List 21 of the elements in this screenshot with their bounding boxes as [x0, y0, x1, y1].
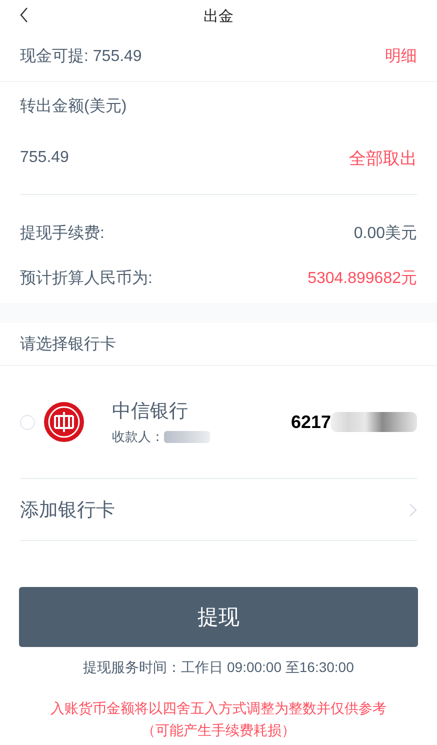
select-bank-title: 请选择银行卡: [20, 334, 116, 354]
amount-value: 755.49: [20, 149, 69, 167]
amount-label: 转出金额(美元): [19, 96, 128, 117]
fee-label: 提现手续费:: [20, 224, 104, 244]
add-bank-card-item[interactable]: 添加银行卡: [20, 479, 417, 541]
back-icon[interactable]: [19, 7, 29, 23]
chevron-right-icon: [409, 502, 417, 516]
fee-value: 0.00美元: [354, 224, 417, 244]
service-time: 提现服务时间：工作日 09:00:00 至16:30:00: [82, 659, 355, 677]
bank-name: 中信银行: [112, 400, 189, 424]
rmb-estimate-value: 5304.899682元: [308, 268, 417, 288]
masked-payee: [164, 431, 210, 443]
rounding-notice: 入账货币金额将以四舍五入方式调整为整数并仅供参考（可能产生手续费耗损）: [50, 699, 388, 740]
withdraw-button[interactable]: 提现: [19, 587, 418, 647]
card-number: 6217: [290, 412, 331, 432]
available-cash: 现金可提: 755.49: [20, 47, 142, 67]
page-title: 出金: [204, 6, 234, 26]
radio-button[interactable]: [20, 414, 35, 430]
rmb-estimate-label: 预计折算人民币为:: [20, 268, 152, 288]
bank-logo-icon: [44, 402, 84, 442]
payee-label: 收款人：: [112, 428, 164, 446]
